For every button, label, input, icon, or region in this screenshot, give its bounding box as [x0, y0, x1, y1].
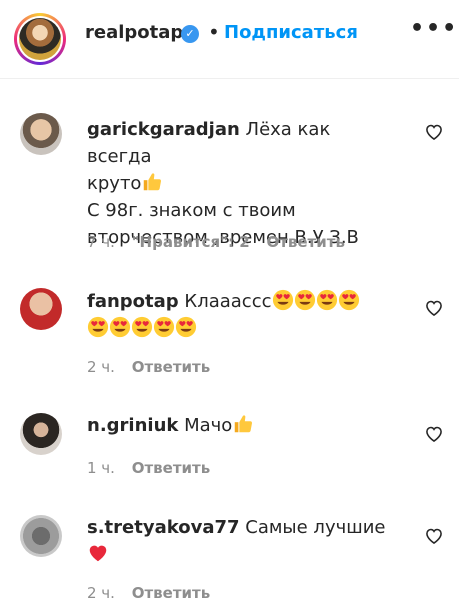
follow-button[interactable]: Подписаться: [224, 22, 358, 43]
heart-eyes-emoji: [87, 316, 109, 338]
reply-button[interactable]: Ответить: [132, 584, 211, 600]
heart-eyes-emoji: [131, 316, 153, 338]
separator-dot: •: [208, 20, 220, 44]
comment-avatar[interactable]: [20, 113, 62, 155]
comment-text: fanpotap Клаааccc: [87, 288, 397, 342]
thumbs-up-emoji: [141, 171, 163, 193]
comment-username[interactable]: fanpotap: [87, 291, 179, 312]
heart-eyes-emoji: [338, 289, 360, 311]
like-heart-icon[interactable]: [424, 122, 444, 142]
thumbs-up-emoji: [232, 413, 254, 435]
heart-eyes-emoji: [272, 289, 294, 311]
comment-time[interactable]: 2 ч.: [87, 584, 115, 600]
comment-avatar[interactable]: [20, 288, 62, 330]
reply-button[interactable]: Ответить: [266, 233, 345, 251]
reply-button[interactable]: Ответить: [132, 358, 211, 376]
heart-eyes-emoji: [153, 316, 175, 338]
like-heart-icon[interactable]: [424, 424, 444, 444]
comment-time[interactable]: 1 ч.: [87, 459, 115, 477]
comment-meta: 7 ч. "Нравится": 2 Ответить: [87, 233, 357, 251]
comment-meta: 1 ч. Ответить: [87, 459, 222, 477]
post-header: realpotap ✓ • Подписаться •••: [0, 0, 459, 79]
comment-time[interactable]: 2 ч.: [87, 358, 115, 376]
comment-body-line: Клаааccc: [184, 291, 272, 312]
comment-avatar[interactable]: [20, 413, 62, 455]
comment-text: s.tretyakova77 Самые лучшие: [87, 514, 397, 568]
heart-eyes-emoji: [316, 289, 338, 311]
comment-body-line: Самые лучшие: [245, 517, 386, 538]
comment-time[interactable]: 7 ч.: [87, 233, 115, 251]
comment-body-line: Мачо: [184, 415, 233, 436]
comment-meta: 2 ч. Ответить: [87, 584, 222, 600]
comment-text: garickgaradjan Лёха как всегда круто С 9…: [87, 116, 397, 251]
comment-text: n.griniuk Мачо: [87, 412, 397, 439]
heart-eyes-emoji: [175, 316, 197, 338]
comment-username[interactable]: n.griniuk: [87, 415, 178, 436]
profile-avatar[interactable]: [14, 13, 66, 65]
heart-eyes-emoji: [294, 289, 316, 311]
header-username[interactable]: realpotap: [85, 22, 183, 43]
like-heart-icon[interactable]: [424, 526, 444, 546]
comment-avatar[interactable]: [20, 515, 62, 557]
heart-eyes-emoji: [109, 316, 131, 338]
comment-username[interactable]: garickgaradjan: [87, 119, 240, 140]
comment-meta: 2 ч. Ответить: [87, 358, 222, 376]
comment-username[interactable]: s.tretyakova77: [87, 517, 240, 538]
comment-body-line: круто: [87, 173, 142, 194]
verified-badge-icon: ✓: [181, 25, 199, 43]
reply-button[interactable]: Ответить: [132, 459, 211, 477]
more-options-icon[interactable]: •••: [410, 16, 458, 41]
red-heart-emoji: [87, 542, 109, 564]
like-heart-icon[interactable]: [424, 298, 444, 318]
comment-body-line: С 98г. знаком с твоим: [87, 200, 296, 221]
comment-likes[interactable]: "Нравится": 2: [132, 233, 250, 251]
